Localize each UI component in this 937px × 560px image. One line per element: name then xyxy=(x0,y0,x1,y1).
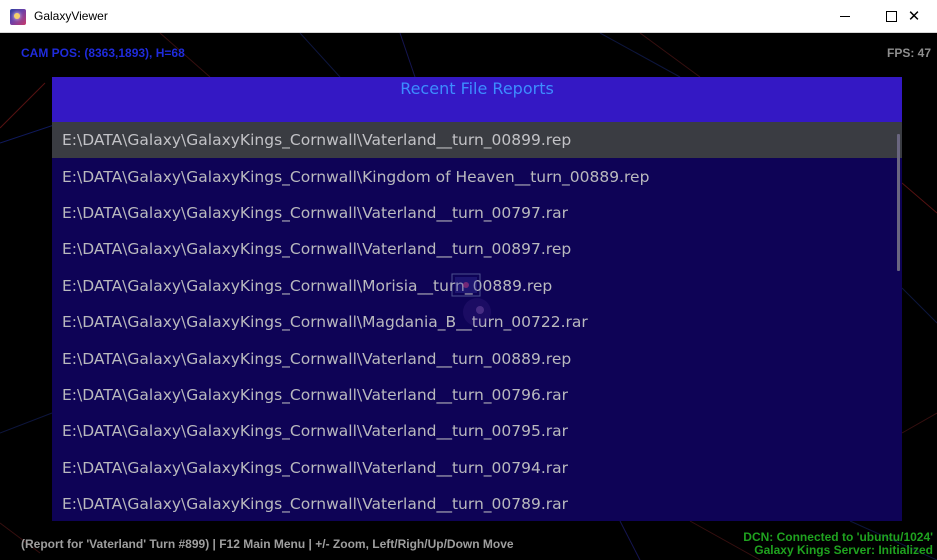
fps-counter: FPS: 47 xyxy=(886,46,931,60)
status-bar-help: (Report for 'Vaterland' Turn #899) | F12… xyxy=(21,537,514,551)
minimize-icon xyxy=(840,16,850,17)
file-report-row[interactable]: E:\DATA\Galaxy\GalaxyKings_Cornwall\Magd… xyxy=(52,304,902,340)
galaxy-viewport[interactable]: CAM POS: (8363,1893), H=68 FPS: 47 Recen… xyxy=(0,33,937,560)
file-report-path: E:\DATA\Galaxy\GalaxyKings_Cornwall\Vate… xyxy=(62,203,569,222)
file-list: E:\DATA\Galaxy\GalaxyKings_Cornwall\Vate… xyxy=(52,122,902,521)
camera-position: CAM POS: (8363,1893), H=68 xyxy=(21,46,185,60)
title-bar[interactable]: GalaxyViewer ✕ xyxy=(0,0,937,33)
minimize-button[interactable] xyxy=(822,0,868,33)
file-report-path: E:\DATA\Galaxy\GalaxyKings_Cornwall\Magd… xyxy=(62,313,588,332)
file-report-path: E:\DATA\Galaxy\GalaxyKings_Cornwall\Vate… xyxy=(62,422,569,441)
file-report-row[interactable]: E:\DATA\Galaxy\GalaxyKings_Cornwall\Vate… xyxy=(52,450,902,486)
file-report-path: E:\DATA\Galaxy\GalaxyKings_Cornwall\Vate… xyxy=(62,349,572,368)
file-report-row[interactable]: E:\DATA\Galaxy\GalaxyKings_Cornwall\Vate… xyxy=(52,195,902,231)
list-scrollbar[interactable] xyxy=(897,134,900,271)
file-report-row[interactable]: E:\DATA\Galaxy\GalaxyKings_Cornwall\Vate… xyxy=(52,413,902,449)
file-report-row[interactable]: E:\DATA\Galaxy\GalaxyKings_Cornwall\King… xyxy=(52,158,902,194)
close-icon: ✕ xyxy=(907,7,921,25)
file-report-row[interactable]: E:\DATA\Galaxy\GalaxyKings_Cornwall\Vate… xyxy=(52,486,902,521)
file-report-path: E:\DATA\Galaxy\GalaxyKings_Cornwall\Vate… xyxy=(62,458,569,477)
file-report-row[interactable]: E:\DATA\Galaxy\GalaxyKings_Cornwall\Vate… xyxy=(52,231,902,267)
file-report-path: E:\DATA\Galaxy\GalaxyKings_Cornwall\Vate… xyxy=(62,495,569,514)
file-report-path: E:\DATA\Galaxy\GalaxyKings_Cornwall\King… xyxy=(62,167,650,186)
file-report-path: E:\DATA\Galaxy\GalaxyKings_Cornwall\Vate… xyxy=(62,131,572,150)
galaxy-app-icon xyxy=(10,9,26,25)
recent-file-reports-panel: Recent File Reports E:\DATA\Galaxy\Galax… xyxy=(52,77,902,521)
file-report-row[interactable]: E:\DATA\Galaxy\GalaxyKings_Cornwall\Vate… xyxy=(52,377,902,413)
window-title: GalaxyViewer xyxy=(34,9,108,23)
file-report-row[interactable]: E:\DATA\Galaxy\GalaxyKings_Cornwall\Vate… xyxy=(52,122,902,159)
file-report-row[interactable]: E:\DATA\Galaxy\GalaxyKings_Cornwall\Mori… xyxy=(52,268,902,304)
file-report-path: E:\DATA\Galaxy\GalaxyKings_Cornwall\Vate… xyxy=(62,240,572,259)
server-status: Galaxy Kings Server: Initialized xyxy=(754,543,933,557)
file-report-row[interactable]: E:\DATA\Galaxy\GalaxyKings_Cornwall\Vate… xyxy=(52,340,902,376)
close-button[interactable]: ✕ xyxy=(891,0,937,33)
file-report-path: E:\DATA\Galaxy\GalaxyKings_Cornwall\Vate… xyxy=(62,385,569,404)
panel-title: Recent File Reports xyxy=(400,79,554,98)
file-report-path: E:\DATA\Galaxy\GalaxyKings_Cornwall\Mori… xyxy=(62,276,553,295)
panel-header: Recent File Reports xyxy=(52,77,902,122)
connection-status: DCN: Connected to 'ubuntu/1024' Galaxy K… xyxy=(743,531,933,557)
